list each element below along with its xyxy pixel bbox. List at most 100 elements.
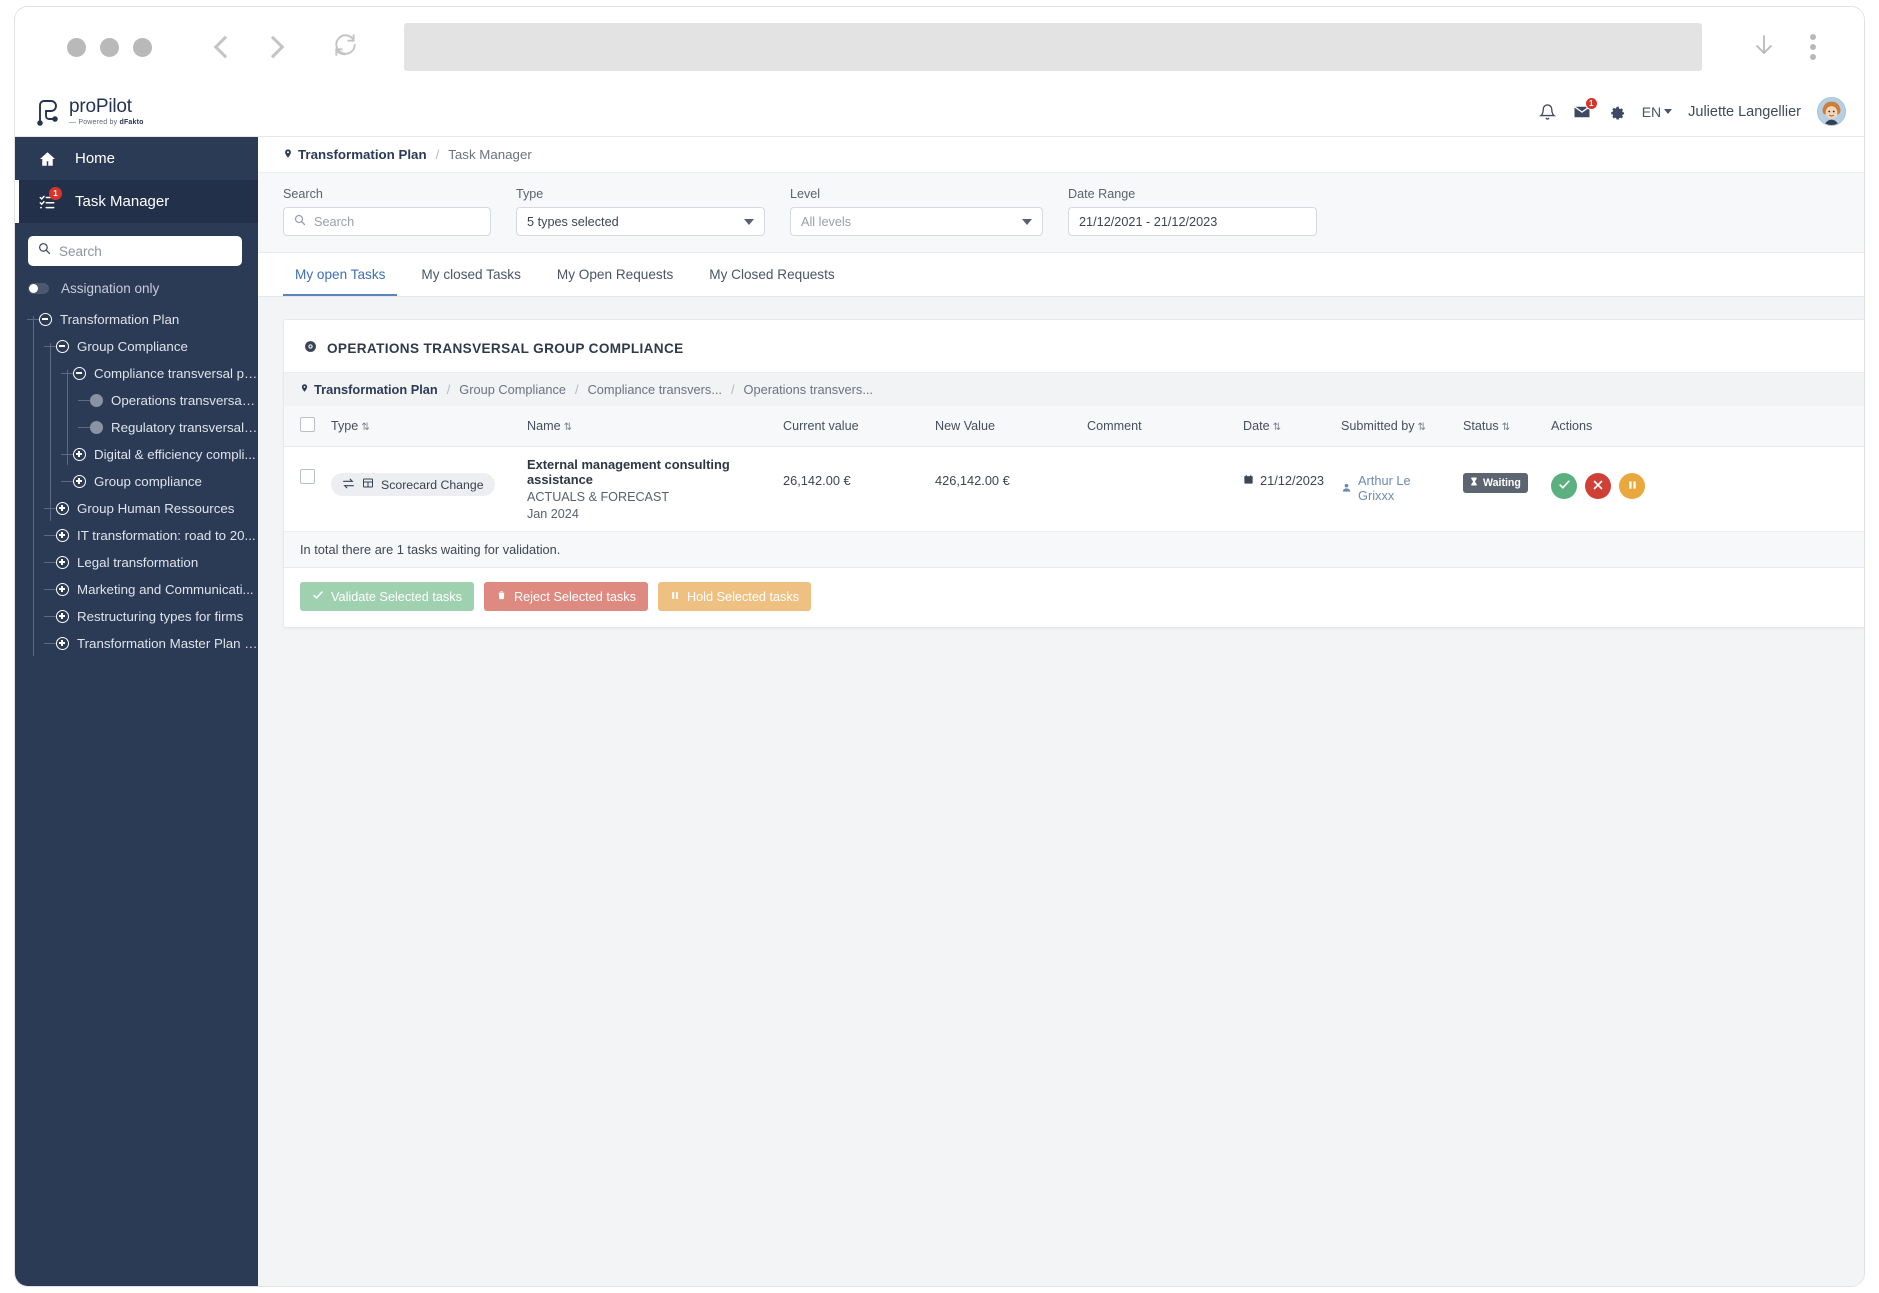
tree-item[interactable]: Operations transversal ...: [15, 387, 258, 414]
hold-selected-tasks-button[interactable]: Hold Selected tasks: [657, 582, 812, 611]
messages-envelope-icon[interactable]: 1: [1572, 96, 1598, 121]
card-breadcrumb-item[interactable]: Operations transvers...: [744, 382, 873, 397]
tree-item[interactable]: IT transformation: road to 20...: [15, 522, 258, 549]
tree-item-label: Operations transversal ...: [111, 393, 258, 408]
sidebar-item-label: Home: [75, 150, 116, 167]
filter-type: Type 5 types selected: [516, 187, 765, 236]
card-breadcrumb-item[interactable]: Transformation Plan: [300, 382, 438, 397]
column-date[interactable]: Date ⇅: [1235, 406, 1333, 447]
approve-button[interactable]: [1551, 473, 1577, 499]
search-placeholder: Search: [314, 214, 355, 229]
notifications-bell-icon[interactable]: [1538, 103, 1556, 121]
sort-icon: ⇅: [1501, 422, 1511, 433]
card-breadcrumb: Transformation Plan / Group Compliance / Com…: [284, 372, 1864, 406]
filter-search: Search Search: [283, 187, 491, 236]
filter-search-label: Search: [283, 187, 323, 201]
validate-selected-tasks-button[interactable]: Validate Selected tasks: [300, 582, 474, 611]
tree-item[interactable]: Transformation Plan: [15, 306, 258, 333]
level-select[interactable]: All levels: [790, 207, 1043, 236]
card-breadcrumb-item[interactable]: Compliance transvers...: [588, 382, 722, 397]
tasks-table: Type ⇅ Name ⇅ Current value New Value Comm…: [284, 406, 1864, 532]
tree-item[interactable]: Restructuring types for firms: [15, 603, 258, 630]
app-header: proPilot — Powered by dFakto 1 EN Juliet…: [15, 87, 1864, 137]
toggle-switch[interactable]: [28, 283, 49, 294]
assignation-only-toggle[interactable]: Assignation only: [15, 266, 258, 302]
expand-icon[interactable]: [56, 529, 69, 542]
expand-icon[interactable]: [56, 556, 69, 569]
tree-item[interactable]: Legal transformation: [15, 549, 258, 576]
chevron-down-icon: [1664, 109, 1673, 114]
expand-icon[interactable]: [56, 637, 69, 650]
expand-icon[interactable]: [56, 610, 69, 623]
language-selector[interactable]: EN: [1642, 104, 1673, 120]
row-submitted-by-label[interactable]: Arthur Le Grixxx: [1358, 473, 1447, 503]
expand-icon[interactable]: [73, 448, 86, 461]
tree-item[interactable]: Group compliance: [15, 468, 258, 495]
expand-icon[interactable]: [73, 475, 86, 488]
sidebar-item-task-manager[interactable]: 1 Task Manager: [15, 180, 258, 223]
main-content: Transformation Plan / Task Manager Searc…: [258, 137, 1864, 1286]
search-input[interactable]: Search: [283, 207, 491, 236]
select-all-checkbox[interactable]: [300, 417, 315, 432]
search-icon: [294, 214, 306, 229]
minimize-window-dot[interactable]: [100, 37, 119, 57]
collapse-icon[interactable]: [56, 340, 69, 353]
tab-my-open-requests[interactable]: My Open Requests: [545, 253, 685, 296]
column-type[interactable]: Type ⇅: [323, 406, 519, 447]
hold-button[interactable]: [1619, 473, 1645, 499]
collapse-icon[interactable]: [73, 367, 86, 380]
tree-vertical-connector: [33, 316, 34, 656]
close-window-dot[interactable]: [67, 37, 86, 57]
back-icon[interactable]: [212, 36, 234, 58]
task-manager-badge: 1: [49, 186, 62, 200]
avatar[interactable]: [1817, 97, 1846, 126]
type-select[interactable]: 5 types selected: [516, 207, 765, 236]
tree-item[interactable]: Regulatory transversal ...: [15, 414, 258, 441]
row-checkbox[interactable]: [300, 469, 315, 484]
sidebar-item-home[interactable]: Home: [15, 137, 258, 180]
reject-button[interactable]: [1585, 473, 1611, 499]
tab-my-closed-tasks[interactable]: My closed Tasks: [409, 253, 532, 296]
forward-icon[interactable]: [262, 36, 284, 58]
column-submitted-by[interactable]: Submitted by ⇅: [1333, 406, 1455, 447]
breadcrumb-root[interactable]: Transformation Plan: [283, 147, 427, 163]
table-header-row: Type ⇅ Name ⇅ Current value New Value Comm…: [284, 406, 1864, 447]
tree-item-label: Transformation Master Plan -...: [77, 636, 258, 651]
tree-item-label: Group compliance: [94, 474, 202, 489]
tree-item[interactable]: Group Compliance: [15, 333, 258, 360]
tab-my-open-tasks[interactable]: My open Tasks: [283, 253, 398, 296]
column-status[interactable]: Status ⇅: [1455, 406, 1543, 447]
expand-icon[interactable]: [56, 583, 69, 596]
reload-icon[interactable]: [332, 32, 358, 63]
tree-item[interactable]: Transformation Master Plan -...: [15, 630, 258, 657]
tree-item[interactable]: Compliance transversal pr...: [15, 360, 258, 387]
window-controls[interactable]: [67, 37, 152, 57]
tree-connector: [44, 589, 56, 590]
download-icon[interactable]: [1752, 32, 1776, 63]
sidebar-search[interactable]: [28, 236, 242, 266]
expand-icon[interactable]: [56, 502, 69, 515]
settings-gear-icon[interactable]: [1608, 103, 1626, 121]
sidebar-search-input[interactable]: [59, 243, 232, 259]
row-type-cell: Scorecard Change: [323, 446, 519, 532]
sort-icon: ⇅: [1272, 422, 1282, 433]
sidebar-item-label: Task Manager: [75, 193, 170, 210]
browser-menu-icon[interactable]: [1810, 34, 1816, 60]
card-breadcrumb-item[interactable]: Group Compliance: [459, 382, 566, 397]
collapse-icon[interactable]: [39, 313, 52, 326]
close-icon: [1592, 479, 1604, 494]
filter-date-label: Date Range: [1068, 187, 1136, 201]
date-range-input[interactable]: 21/12/2021 - 21/12/2023: [1068, 207, 1317, 236]
tree-item[interactable]: Marketing and Communicati...: [15, 576, 258, 603]
tree-item-label: Legal transformation: [77, 555, 199, 570]
tree-leaf-icon[interactable]: [90, 421, 103, 434]
maximize-window-dot[interactable]: [133, 37, 152, 57]
tree-leaf-icon[interactable]: [90, 394, 103, 407]
tree-item[interactable]: Digital & efficiency compli...: [15, 441, 258, 468]
column-name[interactable]: Name ⇅: [519, 406, 775, 447]
tab-my-closed-requests[interactable]: My Closed Requests: [697, 253, 846, 296]
reject-selected-tasks-button[interactable]: Reject Selected tasks: [483, 582, 648, 611]
address-bar[interactable]: [404, 23, 1702, 71]
table-row[interactable]: Scorecard Change External management con…: [284, 446, 1864, 532]
tree-item[interactable]: Group Human Ressources: [15, 495, 258, 522]
